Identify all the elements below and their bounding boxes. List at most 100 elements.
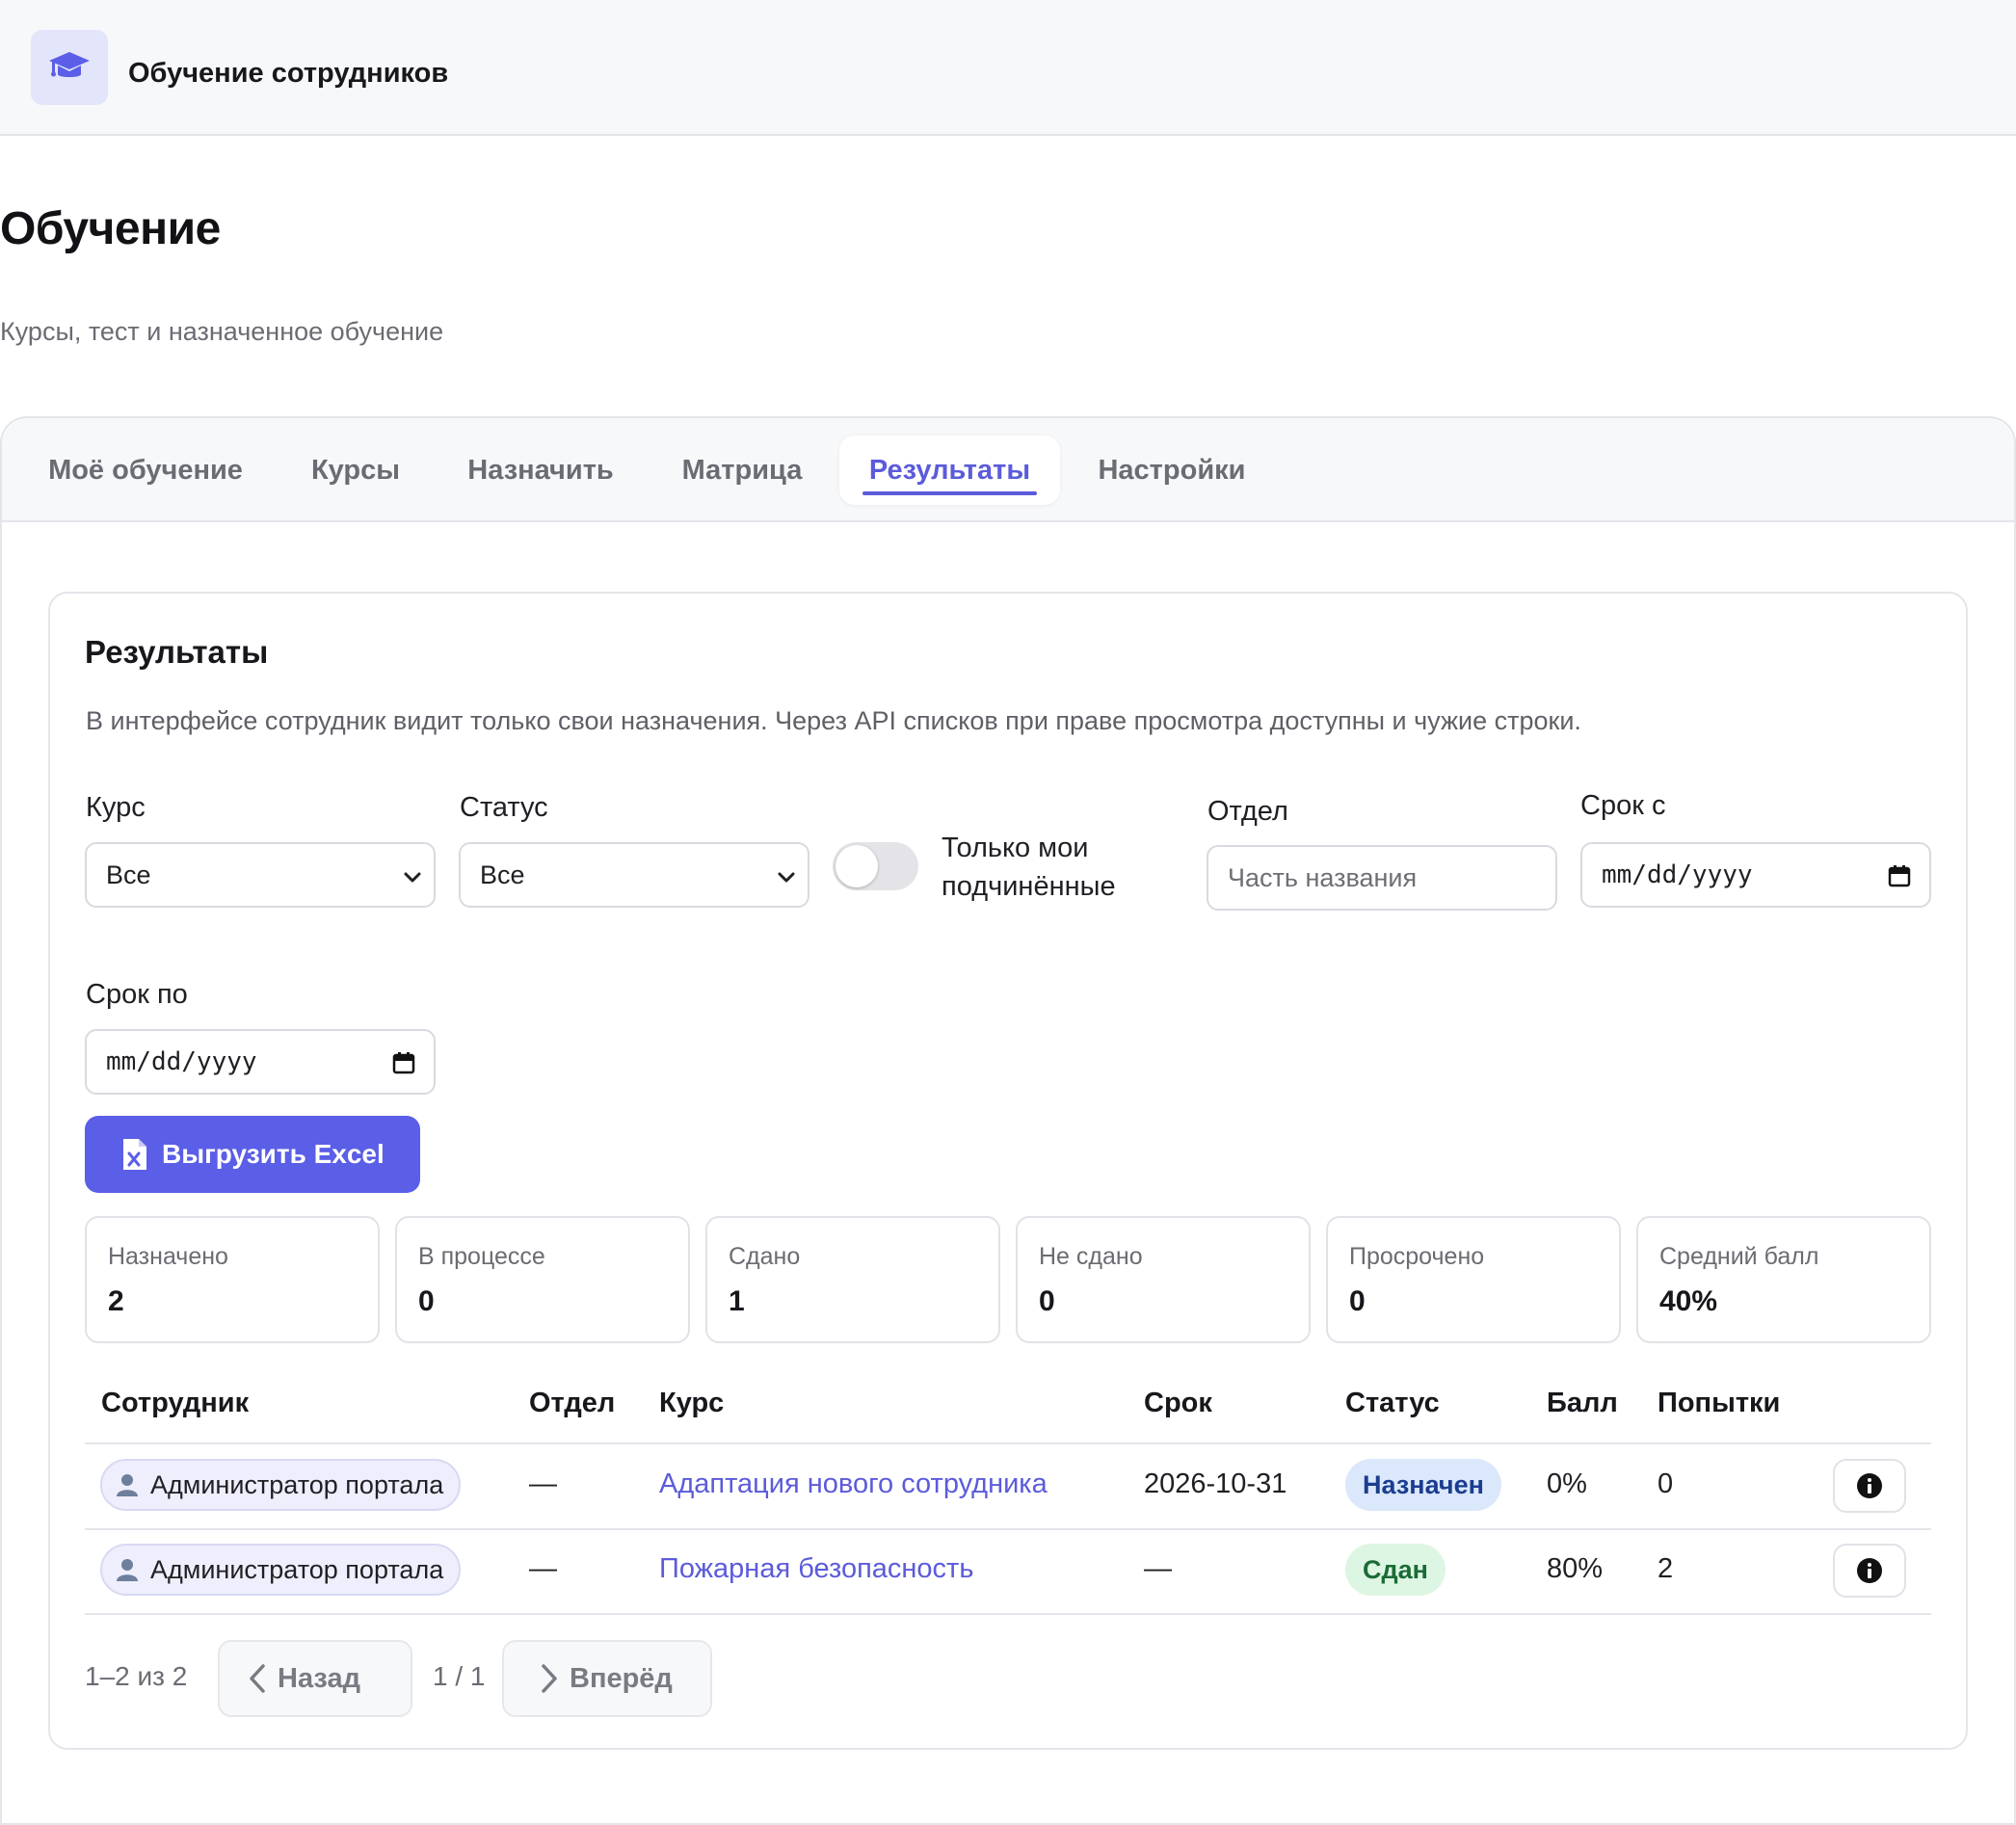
prev-page-label: Назад: [278, 1662, 360, 1694]
row-divider: [85, 1613, 1931, 1615]
prev-page-button[interactable]: Назад: [218, 1640, 412, 1717]
stat-label: Просрочено: [1349, 1243, 1485, 1270]
chevron-right-icon: [542, 1664, 557, 1693]
active-tab-indicator: [862, 491, 1037, 495]
attempts-cell: 0: [1658, 1468, 1674, 1499]
row-details-button[interactable]: [1833, 1459, 1906, 1513]
row-divider: [85, 1528, 1931, 1530]
course-select[interactable]: Все: [85, 842, 436, 908]
stat-value: 0: [1349, 1285, 1366, 1317]
results-title: Результаты: [85, 634, 269, 670]
due-from-value: mm/dd/yyyy: [1602, 860, 1753, 889]
course-link[interactable]: Адаптация нового сотрудника: [659, 1468, 1048, 1500]
toggle-knob: [836, 845, 878, 887]
next-page-button[interactable]: Вперёд: [502, 1640, 712, 1717]
calendar-icon[interactable]: [391, 1050, 416, 1075]
stat-value: 1: [729, 1285, 745, 1317]
course-link[interactable]: Пожарная безопасность: [659, 1553, 973, 1585]
app-logo: [31, 30, 108, 105]
course-filter-label: Курс: [86, 792, 146, 823]
stat-value: 0: [1039, 1285, 1055, 1317]
stat-passed: Сдано 1: [705, 1216, 1000, 1343]
stat-average-score: Средний балл 40%: [1636, 1216, 1931, 1343]
column-header-course: Курс: [659, 1388, 725, 1418]
info-icon: [1857, 1558, 1882, 1583]
stat-overdue: Просрочено 0: [1326, 1216, 1621, 1343]
score-cell: 80%: [1547, 1553, 1604, 1584]
subordinates-toggle[interactable]: [833, 842, 918, 890]
status-select-value: Все: [480, 860, 525, 889]
export-excel-button[interactable]: Выгрузить Excel: [85, 1116, 420, 1193]
info-icon: [1857, 1473, 1882, 1498]
department-input-placeholder: Часть названия: [1228, 862, 1418, 892]
stat-value: 2: [108, 1285, 124, 1317]
table-header-divider: [85, 1442, 1931, 1444]
app-header: Обучение сотрудников: [0, 0, 2016, 136]
column-header-status: Статус: [1345, 1388, 1440, 1418]
stat-label: Средний балл: [1659, 1243, 1819, 1270]
user-icon: [117, 1559, 138, 1581]
chevron-down-icon: [404, 872, 421, 883]
employee-name: Администратор портала: [150, 1554, 444, 1584]
due-cell: 2026-10-31: [1144, 1468, 1287, 1499]
status-badge: Сдан: [1345, 1544, 1446, 1596]
chevron-down-icon: [778, 872, 795, 883]
stat-value: 0: [418, 1285, 435, 1317]
stat-label: В процессе: [418, 1243, 545, 1270]
due-to-label: Срок по: [86, 979, 188, 1010]
due-to-date-input[interactable]: mm/dd/yyyy: [85, 1029, 436, 1095]
status-select[interactable]: Все: [459, 842, 809, 908]
graduation-cap-icon: [49, 52, 90, 77]
page-title: Обучение: [0, 203, 221, 254]
tab-matrix[interactable]: Матрица: [663, 436, 821, 505]
row-details-button[interactable]: [1833, 1544, 1906, 1598]
chevron-left-icon: [250, 1664, 265, 1693]
tab-courses[interactable]: Курсы: [291, 436, 420, 505]
employee-chip[interactable]: Администратор портала: [100, 1459, 462, 1511]
column-header-score: Балл: [1547, 1388, 1618, 1418]
due-cell: —: [1144, 1553, 1172, 1584]
column-header-department: Отдел: [529, 1388, 616, 1418]
department-input[interactable]: Часть названия: [1207, 845, 1557, 911]
column-header-employee: Сотрудник: [101, 1388, 250, 1418]
employee-name: Администратор портала: [150, 1469, 444, 1499]
app-title: Обучение сотрудников: [128, 58, 449, 89]
tab-settings[interactable]: Настройки: [1079, 436, 1264, 505]
employee-chip[interactable]: Администратор портала: [100, 1544, 462, 1596]
page-indicator: 1 / 1: [433, 1661, 486, 1691]
tab-results-label: Результаты: [868, 454, 1031, 486]
results-description: В интерфейсе сотрудник видит только свои…: [86, 706, 1581, 735]
status-filter-label: Статус: [460, 792, 548, 823]
tab-bar: Моё обучение Курсы Назначить Матрица Рез…: [2, 418, 2014, 522]
status-badge: Назначен: [1345, 1459, 1501, 1511]
tab-results[interactable]: Результаты: [839, 436, 1060, 505]
course-select-value: Все: [106, 860, 151, 889]
stat-in-progress: В процессе 0: [395, 1216, 690, 1343]
stat-assigned: Назначено 2: [85, 1216, 380, 1343]
stat-failed: Не сдано 0: [1016, 1216, 1311, 1343]
calendar-icon[interactable]: [1887, 863, 1912, 888]
department-cell: —: [529, 1553, 557, 1584]
stat-label: Не сдано: [1039, 1243, 1143, 1270]
due-from-date-input[interactable]: mm/dd/yyyy: [1580, 842, 1931, 908]
next-page-label: Вперёд: [570, 1662, 673, 1694]
export-excel-label: Выгрузить Excel: [162, 1139, 385, 1169]
due-to-value: mm/dd/yyyy: [106, 1047, 257, 1076]
subordinates-label-line1: Только мои: [942, 833, 1089, 863]
excel-file-icon: [123, 1139, 146, 1170]
due-from-label: Срок с: [1580, 790, 1666, 821]
department-cell: —: [529, 1468, 557, 1499]
column-header-attempts: Попытки: [1658, 1388, 1781, 1418]
stat-label: Назначено: [108, 1243, 228, 1270]
attempts-cell: 2: [1658, 1553, 1674, 1584]
stat-label: Сдано: [729, 1243, 801, 1270]
tab-my-learning[interactable]: Моё обучение: [27, 436, 264, 505]
pagination-summary: 1–2 из 2: [85, 1661, 188, 1691]
stat-value: 40%: [1659, 1285, 1718, 1317]
subordinates-label-line2: подчинённые: [942, 871, 1116, 902]
user-icon: [117, 1474, 138, 1496]
column-header-due: Срок: [1144, 1388, 1212, 1418]
score-cell: 0%: [1547, 1468, 1587, 1499]
tab-assign[interactable]: Назначить: [449, 436, 632, 505]
page-subtitle: Курсы, тест и назначенное обучение: [0, 317, 444, 346]
